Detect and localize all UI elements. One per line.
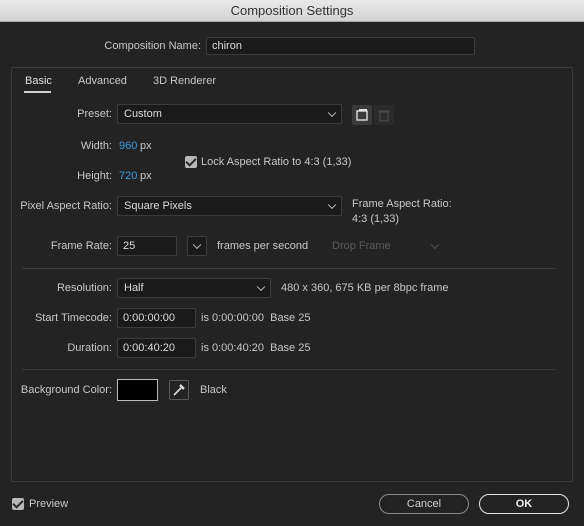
- preset-select[interactable]: Custom: [117, 104, 342, 124]
- frame-rate-unit: frames per second: [217, 240, 309, 252]
- frame-rate-dropdown[interactable]: [187, 236, 207, 256]
- window-title: Composition Settings: [0, 0, 584, 22]
- ok-button[interactable]: OK: [479, 494, 569, 514]
- save-preset-icon: [356, 109, 368, 121]
- composition-name-label: Composition Name:: [104, 40, 201, 52]
- tab-advanced[interactable]: Advanced: [78, 75, 127, 87]
- preset-value: Custom: [124, 108, 162, 120]
- chevron-down-icon: [430, 240, 440, 250]
- lock-aspect-label: Lock Aspect Ratio to 4:3 (1,33): [201, 156, 352, 168]
- preset-label: Preset:: [77, 108, 112, 120]
- chevron-down-icon: [327, 200, 337, 210]
- height-unit: px: [140, 170, 152, 182]
- frame-rate-label: Frame Rate:: [50, 240, 112, 252]
- tab-3d-renderer[interactable]: 3D Renderer: [153, 75, 216, 87]
- chevron-down-icon: [327, 108, 337, 118]
- resolution-label: Resolution:: [56, 282, 112, 294]
- lock-aspect-checkbox[interactable]: [185, 156, 197, 168]
- pixel-aspect-select[interactable]: Square Pixels: [117, 196, 342, 216]
- drop-frame-select: Drop Frame: [326, 236, 444, 256]
- background-color-name: Black: [200, 384, 227, 396]
- preview-checkbox[interactable]: [12, 498, 24, 510]
- duration-input[interactable]: 0:00:40:20: [117, 338, 196, 358]
- resolution-info: 480 x 360, 675 KB per 8bpc frame: [281, 282, 449, 294]
- background-color-label: Background Color:: [20, 384, 112, 396]
- width-label: Width:: [80, 140, 112, 152]
- frame-aspect-label: Frame Aspect Ratio:: [352, 198, 452, 210]
- pixel-aspect-value: Square Pixels: [124, 200, 192, 212]
- background-color-swatch[interactable]: [117, 379, 158, 401]
- pixel-aspect-label: Pixel Aspect Ratio:: [20, 200, 112, 212]
- start-timecode-info: is 0:00:00:00 Base 25: [201, 312, 311, 324]
- divider: [22, 268, 555, 269]
- delete-preset-button[interactable]: [374, 105, 394, 125]
- settings-panel: [11, 67, 573, 482]
- height-value[interactable]: 720: [119, 170, 137, 182]
- drop-frame-label: Drop Frame: [332, 240, 391, 252]
- eyedropper-icon: [173, 384, 185, 396]
- chevron-down-icon: [256, 282, 266, 292]
- frame-rate-input[interactable]: 25: [117, 236, 177, 256]
- chevron-down-icon: [192, 240, 202, 250]
- duration-info: is 0:00:40:20 Base 25: [201, 342, 311, 354]
- composition-name-input[interactable]: chiron: [206, 37, 475, 55]
- divider: [22, 369, 555, 370]
- resolution-select[interactable]: Half: [117, 278, 271, 298]
- width-value[interactable]: 960: [119, 140, 137, 152]
- cancel-button[interactable]: Cancel: [379, 494, 469, 514]
- start-timecode-input[interactable]: 0:00:00:00: [117, 308, 196, 328]
- height-label: Height:: [77, 170, 112, 182]
- preview-label: Preview: [29, 498, 69, 510]
- resolution-value: Half: [124, 282, 144, 294]
- tab-basic[interactable]: Basic: [25, 75, 52, 87]
- frame-aspect-value: 4:3 (1,33): [352, 213, 400, 225]
- duration-label: Duration:: [67, 342, 112, 354]
- width-unit: px: [140, 140, 152, 152]
- eyedropper-button[interactable]: [169, 380, 189, 400]
- start-timecode-label: Start Timecode:: [34, 312, 112, 324]
- trash-icon: [379, 110, 389, 122]
- tab-basic-underline: [24, 91, 51, 93]
- save-preset-button[interactable]: [352, 105, 372, 125]
